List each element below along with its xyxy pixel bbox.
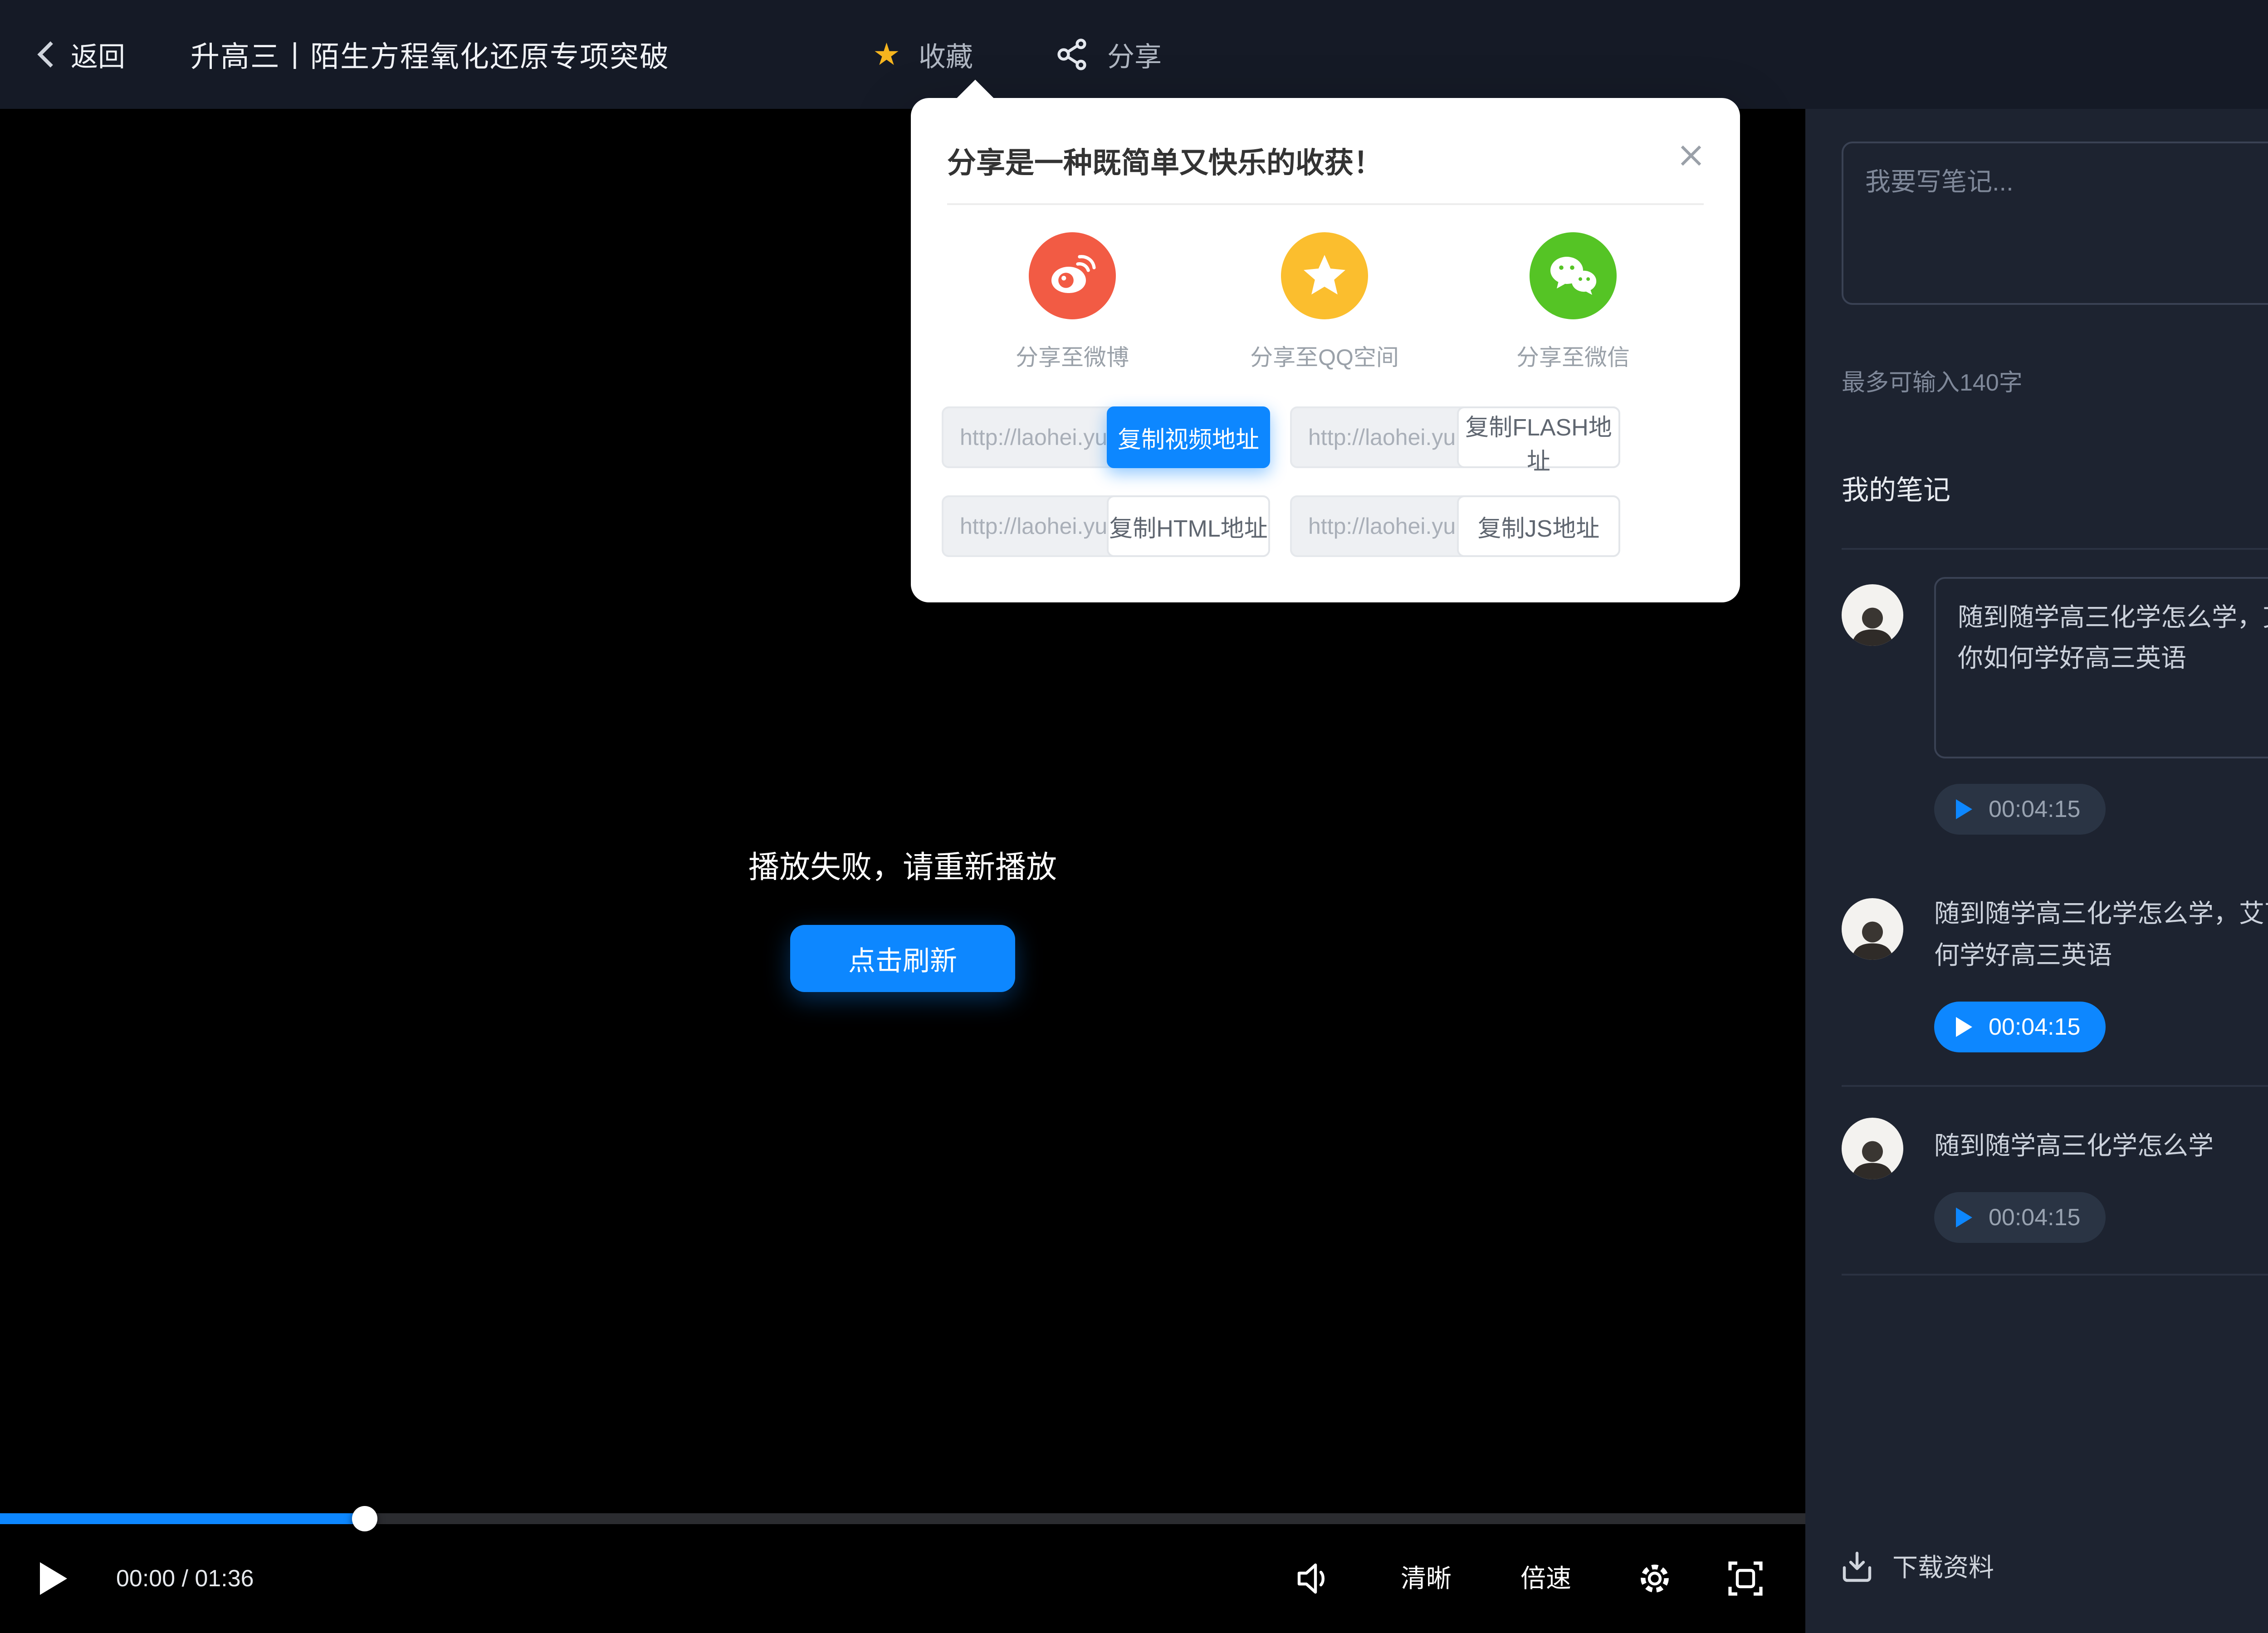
html-url-input[interactable] [943, 497, 1118, 555]
time-display: 00:00 / 01:36 [116, 1565, 254, 1592]
play-icon [1956, 1208, 1972, 1227]
course-player-app: 返回 升高三丨陌生方程氧化还原专项突破 ★ 收藏 分享 播放失败，请重新播放 点… [0, 0, 2268, 1633]
refresh-button[interactable]: 点击刷新 [790, 925, 1015, 992]
qzone-icon [1281, 232, 1368, 319]
divider [1842, 1085, 2268, 1087]
share-nodes-icon [1057, 39, 1086, 70]
share-modal-title: 分享是一种既简单又快乐的收获！ [947, 147, 1383, 179]
download-icon [1843, 1551, 1872, 1582]
my-notes-title: 我的笔记 [1842, 475, 1950, 505]
error-text: 播放失败，请重新播放 [748, 850, 1057, 885]
flash-url-field: 复制FLASH地址 [1290, 406, 1620, 475]
share-button[interactable]: 分享 [1056, 35, 1162, 74]
wechat-icon [1530, 232, 1617, 319]
share-target-label: 分享至微信 [1516, 345, 1630, 370]
fullscreen-icon[interactable] [1727, 1560, 1764, 1597]
divider [1842, 548, 2268, 550]
star-icon: ★ [873, 37, 900, 72]
copy-html-url-button[interactable]: 复制HTML地址 [1107, 495, 1270, 557]
settings-gear-icon[interactable] [1637, 1560, 1673, 1597]
download-materials-button[interactable]: 下载资料 [1842, 1547, 1994, 1584]
timestamp: 00:04:15 [1989, 1014, 2081, 1040]
weibo-icon [1029, 232, 1116, 319]
favorite-button[interactable]: ★ 收藏 [873, 35, 973, 74]
avatar [1842, 898, 1903, 960]
header: 返回 升高三丨陌生方程氧化还原专项突破 ★ 收藏 分享 [0, 0, 2268, 109]
note-max-hint: 最多可输入140字 [1842, 370, 2023, 396]
copy-js-url-button[interactable]: 复制JS地址 [1457, 495, 1620, 557]
avatar [1842, 584, 1903, 646]
timestamp: 00:04:15 [1989, 1204, 2081, 1231]
share-to-wechat[interactable]: 分享至微信 [1464, 232, 1682, 372]
play-icon [1956, 1017, 1972, 1037]
divider [947, 203, 1704, 205]
share-target-label: 分享至微博 [1016, 345, 1129, 370]
share-to-weibo[interactable]: 分享至微博 [963, 232, 1181, 372]
flash-url-input[interactable] [1292, 408, 1466, 466]
volume-icon[interactable] [1295, 1562, 1332, 1595]
note-timestamp-pill[interactable]: 00:04:15 [1934, 1192, 2106, 1243]
share-label: 分享 [1107, 41, 1162, 72]
playback-error: 播放失败，请重新播放 点击刷新 [0, 842, 1805, 992]
page-title: 升高三丨陌生方程氧化还原专项突破 [191, 40, 670, 73]
share-target-label: 分享至QQ空间 [1250, 345, 1399, 370]
copy-video-url-button[interactable]: 复制视频地址 [1107, 406, 1270, 468]
player-controls: 00:00 / 01:36 清晰 倍速 [0, 1524, 1805, 1633]
back-button[interactable]: 返回 [36, 35, 125, 74]
timestamp: 00:04:15 [1989, 796, 2081, 822]
note-timestamp-pill[interactable]: 00:04:15 [1934, 784, 2106, 835]
favorite-label: 收藏 [918, 41, 973, 72]
play-button[interactable] [40, 1562, 67, 1595]
divider [1842, 1274, 2268, 1276]
close-button[interactable] [1671, 134, 1711, 182]
js-url-input[interactable] [1292, 497, 1466, 555]
note-actions-row: 00:04:15 取消 保存 [1934, 784, 2268, 835]
notes-panel: 最多可输入140字 我要提交 我的笔记 随到随学高三化学怎么学，艾丁老师告诉你如… [1805, 109, 2268, 1633]
download-label: 下载资料 [1892, 1553, 1994, 1582]
video-url-input[interactable] [943, 408, 1118, 466]
note-text: 随到随学高三化学怎么学 [1934, 1131, 2214, 1160]
progress-bar[interactable] [0, 1506, 1805, 1531]
note-text: 随到随学高三化学怎么学，艾丁老师告诉你如何学好高三英语 [1934, 899, 2268, 970]
js-url-field: 复制JS地址 [1290, 495, 1620, 557]
note-edit-textarea[interactable]: 随到随学高三化学怎么学，艾丁老师告诉你如何学好高三英语 [1934, 577, 2268, 758]
play-icon [1956, 799, 1972, 819]
video-url-field: 复制视频地址 [942, 406, 1270, 468]
close-icon [1681, 145, 1701, 166]
back-label: 返回 [71, 41, 125, 72]
avatar-silhouette [1852, 1141, 1893, 1179]
note-actions-row: 00:04:15 [1934, 1192, 2268, 1243]
avatar-silhouette [1852, 607, 1893, 646]
quality-button[interactable]: 清晰 [1401, 1524, 1452, 1633]
note-actions-row: 00:04:15 编辑 删除 [1934, 1002, 2268, 1052]
copy-flash-url-button[interactable]: 复制FLASH地址 [1457, 406, 1620, 475]
note-input[interactable] [1842, 142, 2268, 305]
chevron-left-icon [37, 41, 53, 68]
speed-button[interactable]: 倍速 [1520, 1524, 1571, 1633]
html-url-field: 复制HTML地址 [942, 495, 1270, 557]
progress-fill [0, 1513, 365, 1524]
avatar [1842, 1118, 1903, 1179]
share-to-qzone[interactable]: 分享至QQ空间 [1216, 232, 1433, 372]
share-modal: 分享是一种既简单又快乐的收获！ 分享至微博 分享至QQ空间 分享至微信 http… [911, 79, 1740, 602]
avatar-silhouette [1852, 921, 1893, 960]
note-timestamp-pill[interactable]: 00:04:15 [1934, 1002, 2106, 1052]
